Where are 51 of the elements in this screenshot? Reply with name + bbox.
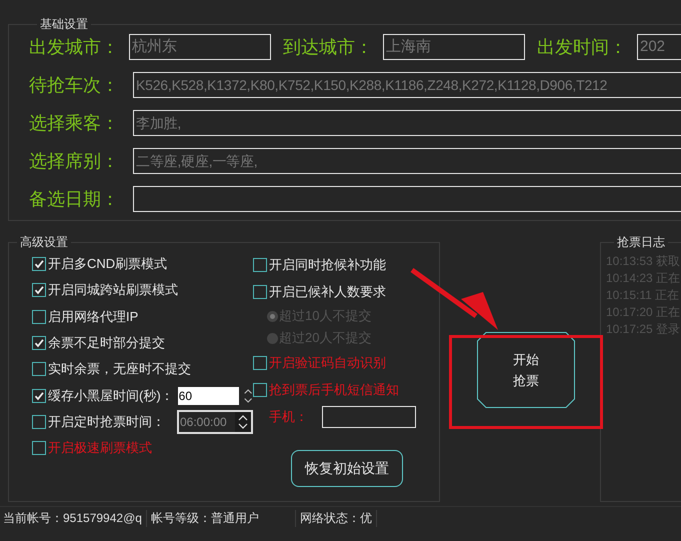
section-title: 高级设置 [19,234,69,251]
input-field[interactable]: 李加胜, [133,110,681,136]
checkbox[interactable] [32,336,46,350]
checkbox[interactable] [32,283,46,298]
status-text: 帐号等级：普通用户 [146,510,296,526]
checkbox[interactable] [32,310,46,324]
option-label: 缓存小黑屋时间(秒)： [48,386,174,405]
option-label: 开启极速刷票模式 [48,439,152,458]
status-text: 网络状态：优 [296,510,377,526]
checkbox[interactable] [253,258,267,272]
field-label: 到达城市： [283,36,373,59]
option-label: 开启定时抢票时间： [48,412,165,431]
option-label: 实时余票，无座时不提交 [48,360,191,378]
option-label: 开启同时抢候补功能 [269,256,386,274]
option-label: 开启已候补人数要求 [269,282,386,300]
field-label: 出发城市： [29,36,120,59]
checkbox[interactable] [32,414,46,429]
time-field[interactable]: 06:00:00 [177,410,253,434]
section-title: 抢票日志 [616,234,666,251]
status-text: 当前帐号：951579942@q [0,510,147,526]
checkbox[interactable] [32,441,46,456]
input-field[interactable]: 二等座,硬座,一等座, [133,148,681,174]
input-field[interactable] [133,186,681,212]
number-field[interactable]: 60 [178,386,239,405]
field-label: 待抢车次： [29,74,120,97]
checkbox[interactable] [253,356,267,370]
option-label: 开启同城跨站刷票模式 [48,281,178,300]
option-label: 余票不足时部分提交 [48,334,165,352]
field-label: 出发时间： [537,36,627,59]
field-label: 选择乘客： [29,112,120,135]
field-label: 手机： [269,408,308,426]
checkbox[interactable] [253,284,267,298]
checkbox[interactable] [32,362,46,376]
field-label: 选择席别： [29,150,120,173]
phone-field[interactable] [322,406,416,428]
checkbox[interactable] [32,257,46,272]
input-field[interactable]: 上海南 [383,34,525,60]
option-label: 抢到票后手机短信通知 [269,380,399,398]
spinner-icon[interactable] [235,412,251,432]
option-label: 启用网络代理IP [48,308,138,326]
input-field[interactable]: K526,K528,K1372,K80,K752,K150,K288,K1186,Z248,K272,K1128,D906,T212 [133,72,681,98]
option-label: 开启多CND刷票模式 [48,255,168,274]
checkbox[interactable] [32,388,46,403]
option-label: 开启验证码自动识别 [269,354,386,372]
reset-button[interactable]: 恢复初始设置 [291,450,403,487]
input-field[interactable]: 202 [637,34,681,60]
checkbox[interactable] [253,382,267,396]
start-button[interactable]: 开始 抢票 [477,332,575,408]
field-label: 备选日期： [29,188,120,211]
input-field[interactable]: 杭州东 [129,34,271,60]
section-title: 基础设置 [39,16,89,33]
